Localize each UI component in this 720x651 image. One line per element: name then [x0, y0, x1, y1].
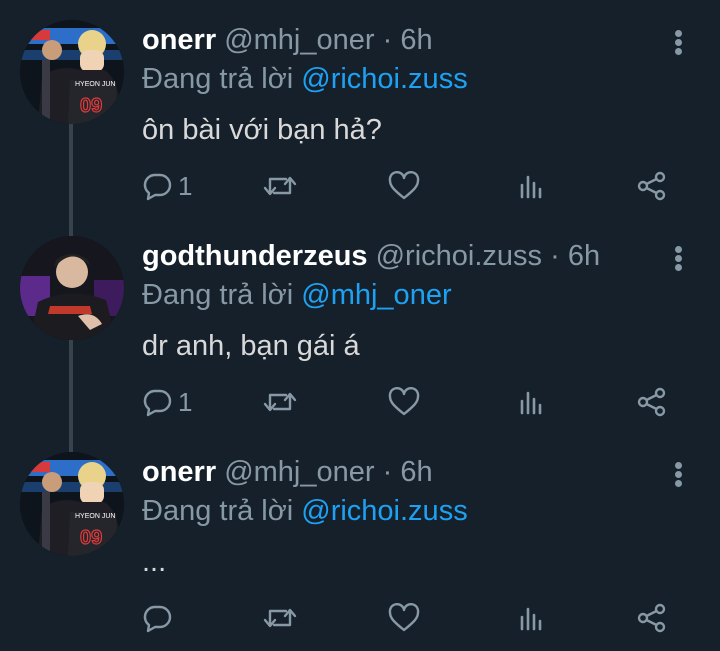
- tweet-header: onerr @mhj_oner · 6h: [142, 452, 690, 492]
- reply-count: 1: [178, 386, 193, 417]
- avatar[interactable]: HYEON JUN 09: [20, 20, 124, 124]
- more-vertical-icon[interactable]: [674, 30, 682, 56]
- tweet-header: onerr @mhj_oner · 6h: [142, 20, 690, 60]
- replying-to: Đang trả lời @mhj_oner: [142, 276, 690, 314]
- retweet-button[interactable]: [262, 598, 298, 638]
- mention-link[interactable]: @mhj_oner: [301, 279, 451, 311]
- mention-link[interactable]: @richoi.zuss: [301, 63, 467, 95]
- tweet[interactable]: HYEON JUN 09 onerr @mhj_oner · 6h Đang t…: [0, 20, 720, 220]
- mention-link[interactable]: @richoi.zuss: [301, 495, 467, 527]
- jersey-number: 09: [80, 95, 102, 117]
- tweet[interactable]: HYEON JUN 09 onerr @mhj_oner · 6h Đang t…: [0, 452, 720, 651]
- analytics-icon: [520, 607, 542, 631]
- like-button[interactable]: [388, 382, 420, 422]
- action-bar: [142, 598, 682, 638]
- user-handle[interactable]: @mhj_oner: [224, 456, 374, 488]
- action-bar: 1: [142, 382, 682, 422]
- tweet-text: ôn bài với bạn hả?: [142, 114, 382, 146]
- share-icon: [637, 387, 666, 417]
- more-vertical-icon[interactable]: [674, 246, 682, 272]
- retweet-icon: [263, 608, 297, 628]
- action-bar: 1: [142, 166, 682, 206]
- replying-to: Đang trả lời @richoi.zuss: [142, 60, 690, 98]
- analytics-icon: [520, 175, 542, 199]
- separator: ·: [382, 456, 393, 488]
- timestamp[interactable]: 6h: [568, 240, 600, 272]
- separator: ·: [550, 240, 560, 272]
- like-button[interactable]: [388, 598, 420, 638]
- tweet-text: ...: [142, 546, 167, 578]
- heart-icon: [388, 387, 420, 416]
- reply-button[interactable]: 1: [142, 166, 192, 206]
- heart-icon: [388, 603, 420, 632]
- jersey-name: HYEON JUN: [75, 513, 115, 520]
- tweet-body: godthunderzeus @richoi.zuss · 6h Đang tr…: [142, 236, 690, 366]
- tweet[interactable]: godthunderzeus @richoi.zuss · 6h Đang tr…: [0, 236, 720, 436]
- tweet-body: onerr @mhj_oner · 6h Đang trả lời @richo…: [142, 452, 690, 582]
- more-vertical-icon[interactable]: [674, 462, 682, 488]
- display-name[interactable]: godthunderzeus: [142, 240, 368, 272]
- avatar[interactable]: HYEON JUN 09: [20, 452, 124, 556]
- reply-count: 1: [178, 170, 193, 201]
- retweet-button[interactable]: [262, 382, 298, 422]
- tweet-body: onerr @mhj_oner · 6h Đang trả lời @richo…: [142, 20, 690, 150]
- heart-icon: [388, 171, 420, 200]
- replying-label: Đang trả lời: [142, 63, 294, 95]
- user-handle[interactable]: @mhj_oner: [224, 24, 374, 56]
- retweet-button[interactable]: [262, 166, 298, 206]
- display-name[interactable]: onerr: [142, 456, 216, 488]
- analytics-icon: [520, 391, 542, 415]
- reply-icon: [143, 389, 172, 417]
- tweet-text: dr anh, bạn gái á: [142, 330, 360, 362]
- like-button[interactable]: [388, 166, 420, 206]
- replying-label: Đang trả lời: [142, 495, 294, 527]
- share-button[interactable]: [636, 598, 668, 638]
- reply-button[interactable]: [142, 598, 172, 638]
- timestamp[interactable]: 6h: [400, 24, 432, 56]
- analytics-button[interactable]: [517, 166, 547, 206]
- share-button[interactable]: [636, 166, 668, 206]
- analytics-button[interactable]: [517, 598, 547, 638]
- retweet-icon: [263, 392, 297, 412]
- analytics-button[interactable]: [517, 382, 547, 422]
- reply-icon: [143, 173, 172, 201]
- share-button[interactable]: [636, 382, 668, 422]
- replying-label: Đang trả lời: [142, 279, 294, 311]
- jersey-name: HYEON JUN: [75, 81, 115, 88]
- avatar[interactable]: [20, 236, 124, 340]
- display-name[interactable]: onerr: [142, 24, 216, 56]
- tweet-header: godthunderzeus @richoi.zuss · 6h: [142, 236, 690, 276]
- reply-icon: [143, 605, 172, 633]
- jersey-number: 09: [80, 527, 102, 549]
- timestamp[interactable]: 6h: [400, 456, 432, 488]
- share-icon: [637, 171, 666, 201]
- separator: ·: [382, 24, 393, 56]
- share-icon: [637, 603, 666, 633]
- user-handle[interactable]: @richoi.zuss: [376, 240, 542, 272]
- replying-to: Đang trả lời @richoi.zuss: [142, 492, 690, 530]
- retweet-icon: [263, 176, 297, 196]
- reply-button[interactable]: 1: [142, 382, 192, 422]
